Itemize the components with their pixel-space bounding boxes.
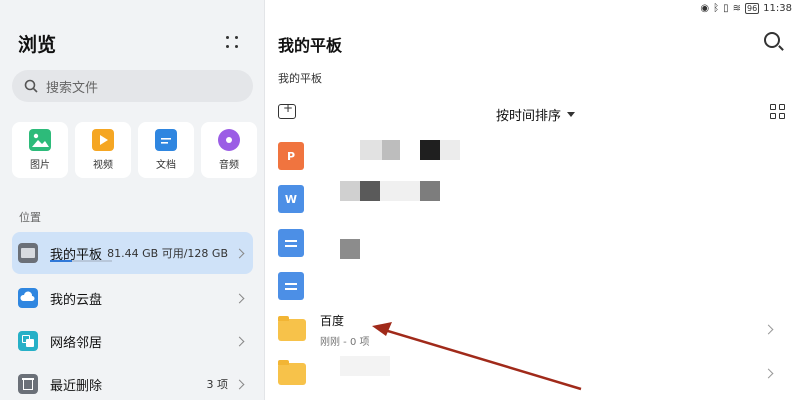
folder-icon [278, 360, 306, 385]
category-label: 视频 [93, 160, 113, 171]
location-label: 网络邻居 [50, 335, 103, 351]
trash-icon [18, 374, 38, 394]
chevron-right-icon [763, 324, 774, 335]
search-icon[interactable] [764, 32, 780, 48]
section-label-locations: 位置 [19, 211, 41, 224]
grid-view-icon[interactable] [770, 104, 786, 120]
bluetooth-icon: ᛒ [713, 3, 720, 14]
wifi-icon: ≋ [732, 3, 741, 14]
sort-dropdown[interactable]: 按时间排序 [496, 105, 576, 124]
storage-info: 81.44 GB 可用/128 GB [107, 247, 228, 260]
redacted-filename [380, 181, 420, 201]
vibrate-icon: ▯ [723, 3, 729, 14]
chevron-right-icon [763, 368, 774, 379]
item-count: 3 项 [206, 378, 229, 391]
location-label: 最近删除 [50, 378, 103, 394]
more-options-icon[interactable] [222, 32, 242, 52]
redacted-filename [360, 181, 380, 201]
caret-down-icon [567, 112, 576, 117]
redacted-filename [420, 181, 440, 201]
search-icon [24, 79, 38, 93]
breadcrumb[interactable]: 我的平板 [278, 70, 322, 86]
file-row[interactable]: P [278, 134, 788, 178]
tablet-icon [18, 243, 38, 263]
audio-icon [218, 129, 240, 151]
eye-icon: ◉ [700, 3, 710, 14]
image-icon [29, 129, 51, 151]
search-placeholder: 搜索文件 [46, 80, 99, 96]
folder-row[interactable] [278, 352, 788, 396]
redacted-filename [382, 140, 400, 160]
folder-name: 百度 [320, 314, 345, 328]
clock: 11:38 [763, 3, 792, 14]
document-file-icon [278, 229, 304, 257]
category-images[interactable]: 图片 [12, 122, 68, 178]
redacted-filename [340, 181, 360, 201]
video-icon [92, 129, 114, 151]
category-shortcuts: 图片 视频 文档 音频 [12, 122, 257, 178]
location-cloud-drive[interactable]: 我的云盘 [12, 277, 253, 319]
redacted-filename [440, 140, 460, 160]
redacted-filename [420, 140, 440, 160]
sidebar-title: 浏览 [18, 34, 57, 56]
chevron-right-icon [234, 248, 245, 258]
sort-label: 按时间排序 [496, 109, 562, 124]
storage-usage-bar [50, 260, 112, 262]
category-videos[interactable]: 视频 [75, 122, 131, 178]
network-icon [18, 331, 38, 351]
location-network-neighborhood[interactable]: 网络邻居 [12, 320, 253, 362]
folder-icon [278, 316, 306, 341]
category-documents[interactable]: 文档 [138, 122, 194, 178]
location-label: 我的云盘 [50, 292, 103, 308]
page-title: 我的平板 [278, 36, 343, 55]
cloud-icon [18, 288, 38, 308]
redacted-filename [340, 356, 390, 376]
chevron-right-icon [234, 336, 245, 346]
search-input[interactable]: 搜索文件 [12, 70, 253, 102]
category-label: 音频 [219, 160, 239, 171]
category-label: 文档 [156, 160, 176, 171]
new-folder-icon[interactable] [278, 101, 296, 119]
location-recently-deleted[interactable]: 最近删除 3 项 [12, 363, 253, 400]
file-row[interactable]: W [278, 177, 788, 221]
document-file-icon [278, 272, 304, 300]
word-file-icon: W [278, 185, 304, 213]
sidebar: 浏览 搜索文件 图片 视频 文档 音频 位置 我的平板 81.44 GB 可用/… [0, 0, 265, 400]
folder-meta: 刚刚 - 0 项 [320, 337, 370, 348]
ppt-file-icon: P [278, 142, 304, 170]
category-audio[interactable]: 音频 [201, 122, 257, 178]
category-label: 图片 [30, 160, 50, 171]
document-icon [155, 129, 177, 151]
chevron-right-icon [234, 293, 245, 303]
storage-usage-fill [50, 260, 73, 262]
chevron-right-icon [234, 379, 245, 389]
file-manager-window: 浏览 搜索文件 图片 视频 文档 音频 位置 我的平板 81.44 GB 可用/… [0, 0, 800, 400]
file-row[interactable] [278, 264, 788, 308]
file-row[interactable] [278, 221, 788, 265]
battery-icon: 96 [744, 3, 760, 14]
folder-row-baidu[interactable]: 百度 刚刚 - 0 项 [278, 308, 788, 352]
location-my-tablet[interactable]: 我的平板 81.44 GB 可用/128 GB [12, 232, 253, 274]
file-badge: P [286, 149, 296, 163]
status-bar: ◉ ᛒ ▯ ≋ 96 11:38 [700, 3, 792, 14]
main-panel: ◉ ᛒ ▯ ≋ 96 11:38 我的平板 我的平板 按时间排序 P W [266, 0, 800, 400]
redacted-filename [340, 239, 360, 259]
file-badge: W [284, 192, 298, 206]
